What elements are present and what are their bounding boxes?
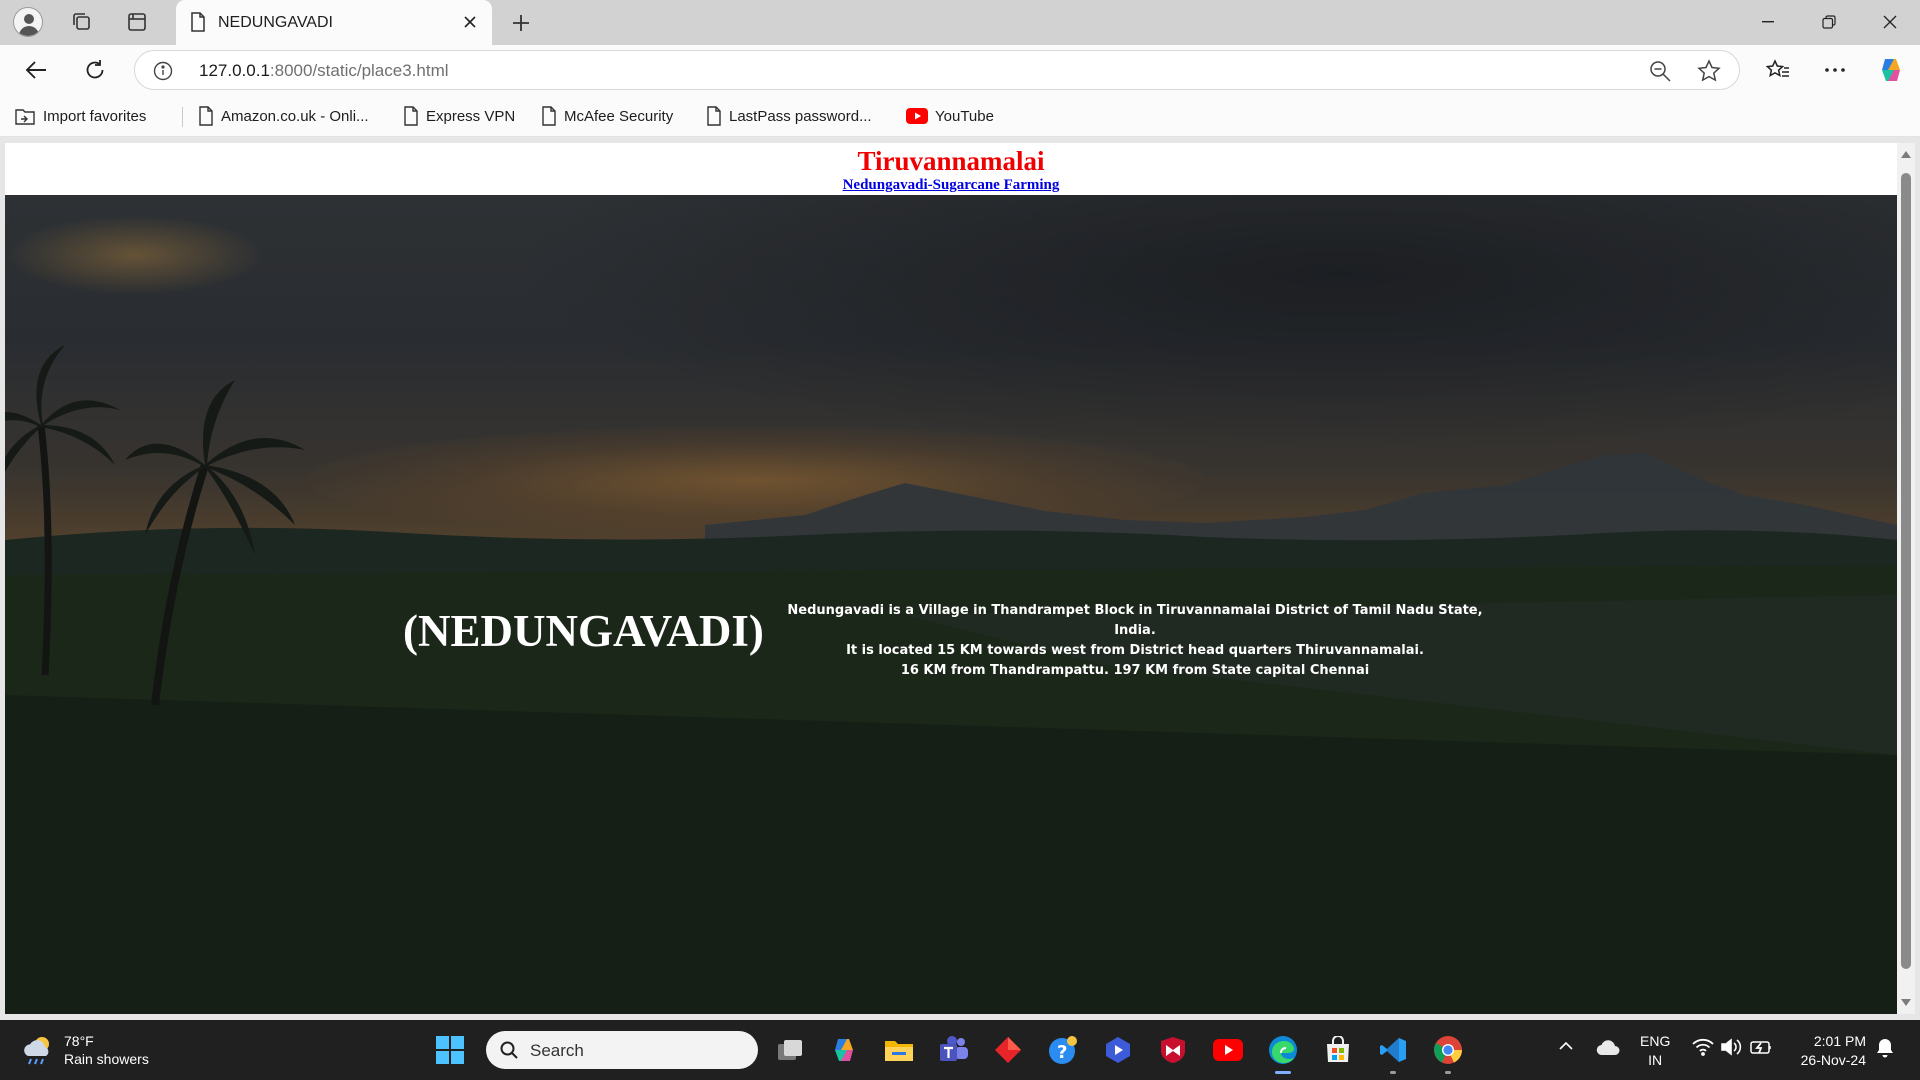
onedrive-cloud-icon[interactable] (1596, 1040, 1620, 1061)
wifi-icon[interactable] (1692, 1038, 1714, 1061)
page-icon (542, 106, 556, 126)
get-help-icon[interactable]: ? (1047, 1034, 1079, 1066)
file-explorer-icon[interactable] (883, 1034, 915, 1066)
hero-background-image: (NEDUNGAVADI) Nedungavadi is a Village i… (5, 195, 1897, 1014)
youtube-app-icon[interactable] (1212, 1034, 1244, 1066)
windows-start-icon[interactable] (436, 1036, 464, 1069)
page-scrollbar[interactable] (1897, 143, 1915, 1014)
task-view-icon[interactable] (774, 1034, 806, 1066)
system-clock[interactable]: 2:01 PM 26-Nov-24 (1786, 1032, 1866, 1070)
volume-icon[interactable] (1720, 1038, 1742, 1061)
site-subtitle-link[interactable]: Nedungavadi-Sugarcane Farming (5, 177, 1897, 193)
teams-icon[interactable] (938, 1034, 970, 1066)
scroll-down-arrow-icon[interactable] (1901, 999, 1911, 1006)
address-bar[interactable]: 127.0.0.1:8000/static/place3.html (134, 50, 1740, 90)
page-icon (707, 106, 721, 126)
scroll-up-arrow-icon[interactable] (1901, 151, 1911, 158)
zoom-icon[interactable] (1649, 60, 1671, 87)
site-header: Tiruvannamalai Nedungavadi-Sugarcane Far… (5, 143, 1897, 195)
powerpoint-like-red-icon[interactable] (992, 1034, 1024, 1066)
copilot-app-icon[interactable] (828, 1034, 860, 1066)
page-icon (404, 106, 418, 126)
taskbar: 78°F Rain showers Search ? ENG IN 2:01 P… (0, 1020, 1920, 1080)
page-icon (199, 106, 213, 126)
minimize-icon[interactable] (1738, 0, 1798, 44)
page-viewport: Tiruvannamalai Nedungavadi-Sugarcane Far… (5, 143, 1897, 1014)
fav-mcafee-security[interactable]: McAfee Security (541, 106, 673, 126)
close-tab-icon[interactable] (458, 10, 482, 34)
favorites-divider (182, 107, 183, 127)
battery-charging-icon[interactable] (1750, 1038, 1774, 1061)
show-hidden-icons-chevron-up-icon[interactable] (1558, 1038, 1574, 1056)
url-text[interactable]: 127.0.0.1:8000/static/place3.html (199, 61, 449, 81)
language-indicator[interactable]: ENG IN (1640, 1032, 1670, 1070)
youtube-icon (906, 108, 928, 124)
vscode-icon[interactable] (1377, 1034, 1409, 1074)
back-arrow-icon[interactable] (20, 54, 52, 86)
svg-text:?: ? (1057, 1042, 1067, 1063)
search-icon (500, 1041, 518, 1064)
taskbar-search-box[interactable]: Search (486, 1031, 758, 1069)
fav-lastpass[interactable]: LastPass password... (706, 106, 872, 126)
active-tab[interactable]: NEDUNGAVADI (176, 0, 492, 45)
favorites-icon[interactable] (1762, 54, 1794, 86)
weather-temp: 78°F (64, 1033, 94, 1049)
microsoft-store-icon[interactable] (1322, 1034, 1354, 1066)
scroll-thumb[interactable] (1901, 173, 1911, 969)
fav-amazon[interactable]: Amazon.co.uk - Onli... (198, 106, 369, 126)
media-player-icon[interactable] (1102, 1034, 1134, 1066)
browser-toolbar: 127.0.0.1:8000/static/place3.html (0, 45, 1920, 95)
place-name-heading: (NEDUNGAVADI) (403, 606, 764, 656)
weather-condition: Rain showers (64, 1051, 149, 1067)
tab-strip: NEDUNGAVADI (0, 0, 1920, 45)
mcafee-icon[interactable] (1157, 1034, 1189, 1066)
place-description: Nedungavadi is a Village in Thandrampet … (787, 603, 1483, 678)
tab-title: NEDUNGAVADI (218, 14, 333, 31)
fav-import-favorites[interactable]: Import favorites (14, 106, 146, 126)
refresh-icon[interactable] (79, 54, 111, 86)
workspaces-icon[interactable] (66, 6, 98, 38)
import-favorites-icon (15, 109, 35, 125)
restore-icon[interactable] (1799, 0, 1859, 44)
favorite-star-icon[interactable] (1697, 59, 1721, 88)
notifications-bell-icon[interactable] (1876, 1038, 1894, 1063)
favorites-bar: Import favorites Amazon.co.uk - Onli... … (0, 95, 1920, 137)
page-icon (190, 12, 206, 37)
copilot-icon[interactable] (1875, 54, 1907, 86)
more-options-icon[interactable] (1819, 54, 1851, 86)
profile-icon[interactable] (12, 6, 44, 38)
weather-widget[interactable]: 78°F Rain showers (20, 1032, 149, 1068)
chrome-icon[interactable] (1432, 1034, 1464, 1074)
fav-express-vpn[interactable]: Express VPN (403, 106, 515, 126)
fav-youtube[interactable]: YouTube (906, 106, 994, 126)
site-info-icon[interactable] (153, 61, 173, 86)
site-title: Tiruvannamalai (857, 146, 1045, 176)
new-tab-icon[interactable] (506, 8, 536, 38)
tab-actions-icon[interactable] (121, 6, 153, 38)
close-window-icon[interactable] (1860, 0, 1920, 44)
rain-cloud-icon (24, 1037, 49, 1065)
edge-browser-icon[interactable] (1267, 1034, 1299, 1074)
